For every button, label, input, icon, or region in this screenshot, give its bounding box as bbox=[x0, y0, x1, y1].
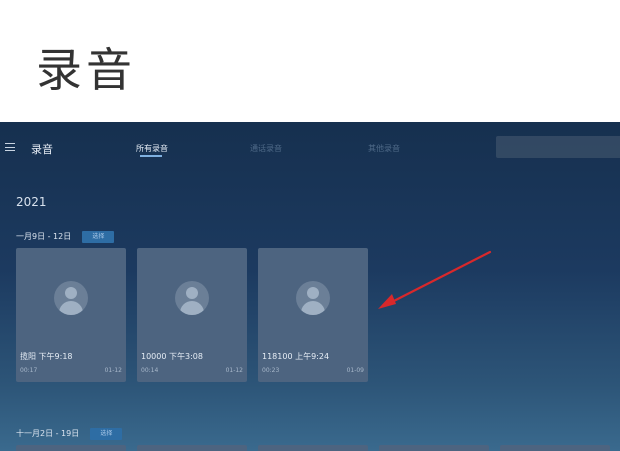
recording-card[interactable]: 118100 上午9:24 00:23 01-09 bbox=[258, 248, 368, 382]
recording-card[interactable] bbox=[137, 445, 247, 451]
recording-name: 揽阳 下午9:18 bbox=[20, 352, 73, 361]
tab-all-recordings[interactable]: 所有录音 bbox=[136, 143, 168, 154]
recording-date: 01-09 bbox=[346, 367, 364, 374]
recording-card[interactable]: 10000 下午3:08 00:14 01-12 bbox=[137, 248, 247, 382]
app-title: 录音 bbox=[31, 143, 53, 156]
recording-duration: 00:23 bbox=[262, 367, 280, 374]
active-tab-indicator bbox=[140, 155, 162, 157]
recording-name: 10000 下午3:08 bbox=[141, 352, 203, 361]
avatar-icon bbox=[296, 281, 330, 315]
recording-date: 01-12 bbox=[104, 367, 122, 374]
recording-date: 01-12 bbox=[225, 367, 243, 374]
menu-icon[interactable] bbox=[5, 143, 15, 151]
group-date-range: 一月9日 - 12日 bbox=[16, 232, 72, 241]
recording-name: 118100 上午9:24 bbox=[262, 352, 330, 361]
group-date-range: 十一月2日 - 19日 bbox=[16, 429, 80, 438]
group-header: 十一月2日 - 19日 选择 bbox=[16, 423, 123, 440]
recording-card[interactable] bbox=[379, 445, 489, 451]
search-box[interactable] bbox=[496, 136, 620, 158]
tab-other-recordings[interactable]: 其他录音 bbox=[368, 143, 400, 154]
select-button[interactable]: 选择 bbox=[90, 427, 123, 440]
recording-card[interactable] bbox=[16, 445, 126, 451]
recorder-app: 录音 所有录音 通话录音 其他录音 2021 一月9日 - 12日 选择 揽阳 … bbox=[0, 122, 620, 451]
recording-duration: 00:14 bbox=[141, 367, 159, 374]
avatar-icon bbox=[54, 281, 88, 315]
tab-call-recordings[interactable]: 通话录音 bbox=[250, 143, 282, 154]
recording-card[interactable] bbox=[258, 445, 368, 451]
group-header: 一月9日 - 12日 选择 bbox=[16, 226, 115, 243]
recording-card[interactable]: 揽阳 下午9:18 00:17 01-12 bbox=[16, 248, 126, 382]
annotation-arrow-icon bbox=[378, 250, 492, 309]
top-bar: 录音 所有录音 通话录音 其他录音 bbox=[0, 122, 620, 172]
page-heading: 录音 bbox=[36, 43, 136, 97]
recording-duration: 00:17 bbox=[20, 367, 38, 374]
select-button[interactable]: 选择 bbox=[82, 230, 115, 243]
recording-card[interactable] bbox=[500, 445, 610, 451]
avatar-icon bbox=[175, 281, 209, 315]
year-heading: 2021 bbox=[16, 195, 47, 209]
